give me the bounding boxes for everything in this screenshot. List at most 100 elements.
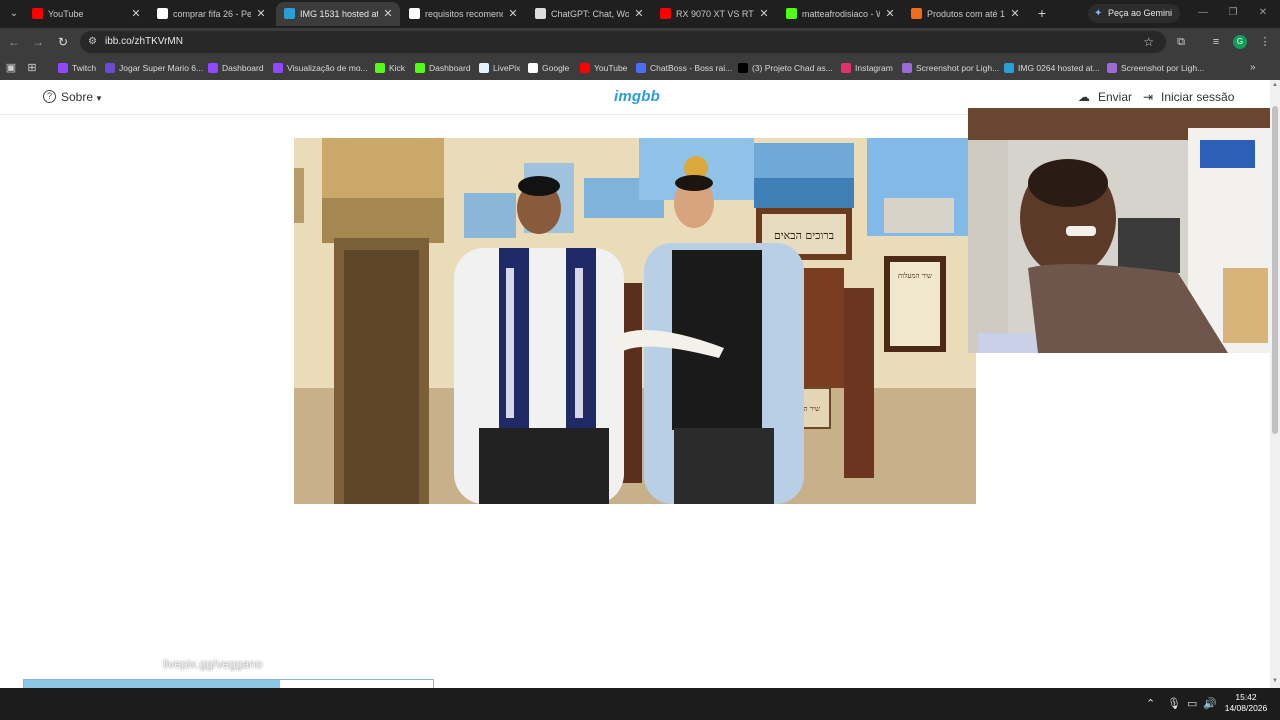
restore-icon[interactable]: ❐ [1226,6,1240,20]
login-button[interactable]: ⇥ Iniciar sessão [1143,90,1234,105]
browser-tab[interactable]: Produtos com até 15 ✕ [903,2,1027,26]
url-text[interactable]: ibb.co/zhTKVrMN [105,31,183,53]
bookmark-item[interactable]: Dashboard [208,59,264,77]
browser-tab[interactable]: YouTube ✕ [24,2,148,26]
site-info-icon[interactable]: ⚙ [88,35,100,49]
lightshot-icon [1107,63,1117,73]
reading-list-icon[interactable]: ≡ [1208,34,1224,50]
twitch-icon [208,63,218,73]
volume-icon[interactable]: 🔊 [1203,696,1217,712]
google-icon [528,63,538,73]
gemini-button[interactable]: ✦ Peça ao Gemini [1088,4,1181,23]
close-tab-icon[interactable]: ✕ [633,2,645,26]
bookmark-label: Visualização de mo... [287,63,368,73]
bookmark-item[interactable]: Twitch [58,59,96,77]
bookmark-star-icon[interactable]: ☆ [1143,33,1154,51]
hosted-image[interactable]: ברוכים הבאים שיר המעלות שיר המעלות [294,138,976,504]
menu-icon[interactable]: ⋮ [1257,34,1273,50]
welcome-sign-text: ברוכים הבאים [774,229,834,242]
livepix-watermark: livepix.gg/veggano [163,657,263,671]
bookmarks-bar: ▣ ⊞ Twitch Jogar Super Mario 6... Dashboar… [0,56,1280,80]
browser-tab[interactable]: RX 9070 XT VS RTX 50 ✕ [652,2,776,26]
tab-title: RX 9070 XT VS RTX 50 [676,9,754,19]
bookmark-item[interactable]: Dashboard [415,59,471,77]
about-menu[interactable]: ? Sobre ▼ [43,90,103,106]
bookmark-item[interactable]: YouTube [580,59,627,77]
bookmark-item[interactable]: ChatBoss - Boss rai... [636,59,732,77]
bookmark-item[interactable]: LivePix [479,59,520,77]
browser-tab[interactable]: IMG 1531 hosted at Im ✕ [276,2,400,26]
caret-down-icon: ▼ [95,94,103,103]
imgbb-logo[interactable]: imgbb [614,88,660,105]
bookmark-item[interactable]: Screenshot por Ligh... [902,59,999,77]
lightshot-icon [902,63,912,73]
browser-tab[interactable]: requisitos recomenda ✕ [401,2,525,26]
bookmark-label: Kick [389,63,406,73]
hosted-image-svg: ברוכים הבאים שיר המעלות שיר המעלות [294,138,976,504]
new-tab-button[interactable]: + [1033,4,1051,22]
tab-title: IMG 1531 hosted at Im [300,9,378,19]
tray-chevron-icon[interactable]: ⌃ [1146,696,1155,712]
youtube-icon [580,63,590,73]
bookmark-item[interactable]: IMG 0264 hosted at... [1004,59,1100,77]
bookmark-item[interactable]: Kick [375,59,405,77]
upload-button[interactable]: ☁ Enviar [1078,90,1132,105]
microphone-icon[interactable]: 🎙 [1167,696,1181,712]
x-icon [738,63,748,73]
apps-icon[interactable]: ⊞ [24,60,40,76]
close-tab-icon[interactable]: ✕ [758,2,770,26]
close-window-icon[interactable]: ✕ [1256,6,1270,20]
browser-tab[interactable]: matteafrodisiaco - Wa ✕ [778,2,902,26]
back-icon[interactable]: ← [6,34,22,50]
webcam-svg [968,108,1280,353]
taskbar-clock[interactable]: 15:42 14/08/2026 [1218,692,1274,714]
kick-icon [375,63,385,73]
scroll-thumb[interactable] [1272,106,1278,434]
bookmark-item[interactable]: Google [528,59,569,77]
close-tab-icon[interactable]: ✕ [255,2,267,26]
close-tab-icon[interactable]: ✕ [884,2,896,26]
reload-icon[interactable]: ↻ [55,34,71,50]
network-icon[interactable]: ▭ [1187,696,1197,712]
google-icon [409,8,420,19]
bookmark-label: Google [542,63,570,73]
bookmark-item[interactable]: Jogar Super Mario 6... [105,59,203,77]
bookmark-label: Screenshot por Ligh... [916,63,1000,73]
bookmark-label: Dashboard [429,63,471,73]
tab-search-icon[interactable]: ⌄ [6,6,22,22]
tab-title: requisitos recomenda [425,9,503,19]
forward-icon[interactable]: → [30,34,46,50]
browser-tab[interactable]: ChatGPT: Chat, Work, ✕ [527,2,651,26]
close-tab-icon[interactable]: ✕ [130,2,142,26]
bookmark-item[interactable]: Instagram [841,59,893,77]
profile-avatar[interactable]: G [1233,35,1247,49]
address-bar[interactable]: ⚙ ibb.co/zhTKVrMN ☆ [80,31,1166,53]
scroll-up-icon[interactable]: ▲ [1271,82,1279,88]
close-tab-icon[interactable]: ✕ [382,2,394,26]
more-bookmarks-icon[interactable]: » [1250,59,1256,77]
bookmark-label: ChatBoss - Boss rai... [650,63,733,73]
chatgpt-icon [535,8,546,19]
bookmark-label: LivePix [493,63,521,73]
browser-toolbar: ← → ↻ ⚙ ibb.co/zhTKVrMN ☆ ⧉ ≡ G ⋮ [0,28,1280,56]
bookmark-label: (3) Projeto Chad as... [752,63,833,73]
page-scrollbar[interactable]: ▲ ▼ [1270,80,1280,688]
youtube-icon [32,8,43,19]
bookmark-item[interactable]: Screenshot por Ligh... [1107,59,1204,77]
bookmark-item[interactable]: (3) Projeto Chad as... [738,59,833,77]
clock-date: 14/08/2026 [1224,703,1268,713]
bookmark-label: Instagram [855,63,893,73]
sidebar-icon[interactable]: ▣ [3,60,19,76]
browser-tab[interactable]: comprar fifa 26 - Pesq ✕ [149,2,273,26]
kick-icon [786,8,797,19]
bookmark-label: Jogar Super Mario 6... [119,63,204,73]
scroll-down-icon[interactable]: ▼ [1271,678,1279,684]
close-tab-icon[interactable]: ✕ [507,2,519,26]
extensions-icon[interactable]: ⧉ [1173,34,1189,50]
gemini-label: Peça ao Gemini [1108,8,1173,18]
game-icon [105,63,115,73]
bookmark-item[interactable]: Visualização de mo... [273,59,368,77]
framed-text: שיר המעלות [898,272,932,280]
close-tab-icon[interactable]: ✕ [1009,2,1021,26]
minimize-icon[interactable]: — [1196,6,1210,20]
